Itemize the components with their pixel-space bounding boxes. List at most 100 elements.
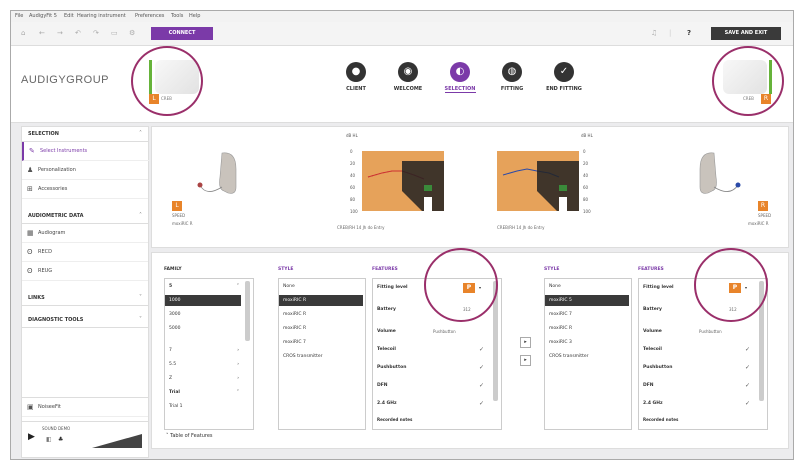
save-and-exit-button[interactable]: SAVE AND EXIT	[711, 27, 781, 40]
list-item[interactable]: Trial ˅	[165, 387, 241, 398]
feature-label: 2.4 GHz	[377, 401, 397, 406]
list-item[interactable]: 5.5 ›	[165, 359, 241, 370]
sidebar-section-links[interactable]: LINKS ˅	[22, 291, 148, 306]
divider-icon: |	[669, 29, 672, 37]
left-audiogram[interactable]: dB HL 0 20 40 60 80 100	[346, 133, 452, 221]
accessory-icon: ⊞	[27, 185, 33, 193]
sidebar-item-noiseefit[interactable]: ▣ NoiseeFit	[22, 397, 148, 417]
list-item[interactable]: moxiRIC 7	[279, 337, 363, 348]
volume-level	[92, 434, 142, 448]
features-right-header: FEATURES	[638, 267, 664, 272]
section-title: LINKS	[28, 295, 45, 301]
undo-icon[interactable]: ↶	[75, 29, 83, 37]
list-item-selected[interactable]: moxiRIC R	[279, 295, 363, 306]
menu-help[interactable]: Help	[189, 13, 200, 19]
family-scrollbar[interactable]	[245, 281, 250, 341]
list-item[interactable]: None	[545, 281, 629, 292]
family-item: 5.5	[169, 362, 177, 367]
left-hearing-aid-image	[197, 152, 237, 194]
list-item[interactable]: 7 ›	[165, 345, 241, 356]
sidebar-item-reug[interactable]: ʘ REUG	[22, 262, 148, 281]
toolbar: ⌂ ← → ↶ ↷ ▭ ⚙ CONNECT ♫ | ? SAVE AND EXI…	[11, 22, 793, 46]
sidebar-section-diagnostic[interactable]: DIAGNOSTIC TOOLS ˅	[22, 313, 148, 328]
audigy-logo: AUDIGYGROUP	[21, 74, 110, 86]
highlight-circle-right-ear	[712, 46, 784, 116]
chevron-down-icon: ˅	[166, 433, 169, 439]
menu-instrument[interactable]: Hearing instrument	[77, 13, 126, 19]
list-item[interactable]: moxiRIC R	[279, 323, 363, 334]
feature-value: Pushbutton	[699, 329, 722, 334]
sidebar-item-recd[interactable]: ʘ RECD	[22, 243, 148, 262]
audiogram-curve	[502, 161, 579, 211]
list-item[interactable]: moxiRIC 7	[545, 309, 629, 320]
copy-left-button[interactable]: ▸	[520, 355, 531, 366]
header: AUDIGYGROUP L CREB ● CLIENT ◉ WELCOME ◐ …	[11, 46, 793, 123]
table-of-features-link[interactable]: ˅ Table of Features	[166, 433, 213, 439]
family-list[interactable]: 5 ˅ 1000 3000 5000 7 › 5.5 › Z › Trial ˅ Tria…	[164, 278, 254, 430]
list-item[interactable]: CROS transmitter	[279, 351, 363, 362]
sidebar-item-audiogram[interactable]: ▦ Audiogram	[22, 224, 148, 243]
list-item[interactable]: moxiRIC 3	[545, 337, 629, 348]
connect-button[interactable]: CONNECT	[151, 27, 213, 40]
ear-icon: ʘ	[27, 248, 33, 256]
app-window: File AudigyFit 5 Edit Hearing instrument…	[10, 10, 794, 460]
print-icon[interactable]: ▭	[111, 29, 119, 37]
sidebar-item-label: Select Instruments	[40, 148, 88, 154]
feature-row-volume: Volume Pushbutton	[639, 325, 761, 338]
forward-icon[interactable]: →	[57, 29, 65, 37]
list-item[interactable]: moxiRIC R	[279, 309, 363, 320]
sidebar-section-selection[interactable]: SELECTION ˄	[22, 127, 148, 142]
style-left-list[interactable]: None moxiRIC R moxiRIC R moxiRIC R moxiR…	[278, 278, 366, 430]
style-right-list[interactable]: None moxiRIC 5 moxiRIC 7 moxiRIC R moxiR…	[544, 278, 632, 430]
step-end-fitting[interactable]: ✓ END FITTING	[539, 62, 589, 92]
menu-tools[interactable]: Tools	[171, 13, 183, 19]
sidebar-item-label: Personalization	[38, 167, 76, 173]
list-item[interactable]: CROS transmitter	[545, 351, 629, 362]
section-title: DIAGNOSTIC TOOLS	[28, 317, 84, 323]
feature-row-notes: Recorded notes	[373, 413, 495, 426]
bell-icon[interactable]: ♫	[651, 29, 659, 37]
check-icon: ✓	[479, 382, 485, 389]
y-tick: 40	[350, 173, 356, 178]
feature-label: Fitting level	[643, 285, 674, 290]
features-left-header: FEATURES	[372, 267, 398, 272]
list-item-selected[interactable]: 1000	[165, 295, 241, 306]
play-icon[interactable]: ▶	[28, 432, 35, 442]
copy-right-button[interactable]: ▸	[520, 337, 531, 348]
step-client[interactable]: ● CLIENT	[331, 62, 381, 92]
sidebar-item-personalization[interactable]: ♟ Personalization	[22, 161, 148, 180]
list-item[interactable]: Trial 1	[165, 401, 241, 412]
y-tick: 20	[583, 161, 589, 166]
menu-edit[interactable]: Edit	[64, 13, 74, 19]
check-icon: ✓	[479, 400, 485, 407]
volume-slider[interactable]	[92, 434, 142, 448]
list-item[interactable]: 5 ˅	[165, 281, 241, 292]
menu-file[interactable]: File	[15, 13, 23, 19]
settings-icon[interactable]: ⚙	[129, 29, 137, 37]
menu-app[interactable]: AudigyFit 5	[29, 13, 57, 19]
chevron-up-icon: ˄	[139, 130, 142, 137]
redo-icon[interactable]: ↷	[93, 29, 101, 37]
step-fitting[interactable]: ◍ FITTING	[487, 62, 537, 92]
list-item[interactable]: 3000	[165, 309, 241, 320]
sidebar-section-audiometric[interactable]: AUDIOMETRIC DATA ˄	[22, 209, 148, 224]
home-icon[interactable]: ⌂	[21, 29, 29, 37]
y-tick: 100	[350, 209, 358, 214]
sidebar-item-select-instruments[interactable]: ✎ Select Instruments	[22, 142, 150, 161]
step-welcome[interactable]: ◉ WELCOME	[383, 62, 433, 92]
help-icon[interactable]: ?	[687, 29, 695, 37]
sidebar-item-accessories[interactable]: ⊞ Accessories	[22, 180, 148, 199]
menu-preferences[interactable]: Preferences	[135, 13, 164, 19]
audiogram-plot	[497, 141, 579, 221]
feature-label: Recorded notes	[377, 417, 413, 422]
list-item[interactable]: moxiRIC R	[545, 323, 629, 334]
list-item[interactable]: 5000	[165, 323, 241, 334]
back-icon[interactable]: ←	[39, 29, 47, 37]
right-audiogram[interactable]: dB HL 0 20 40 60 80 100	[497, 133, 597, 221]
list-item[interactable]: None	[279, 281, 363, 292]
list-item[interactable]: Z ›	[165, 373, 241, 384]
step-selection[interactable]: ◐ SELECTION	[435, 62, 485, 93]
audiogram-plot	[362, 141, 444, 221]
list-item-selected[interactable]: moxiRIC 5	[545, 295, 629, 306]
feature-row-pushbutton: Pushbutton ✓	[373, 361, 495, 374]
